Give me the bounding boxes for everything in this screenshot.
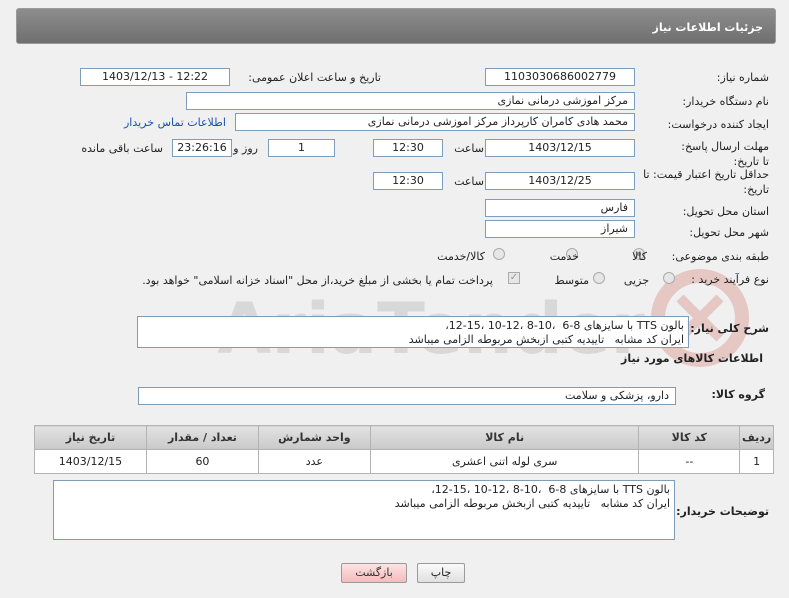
validity-time-label: ساعت bbox=[454, 175, 484, 188]
reply-time-label: ساعت bbox=[454, 142, 484, 155]
reply-time-field: 12:30 bbox=[373, 139, 443, 157]
process-radio-medium[interactable] bbox=[593, 272, 605, 284]
goods-group-field: دارو، پزشکی و سلامت bbox=[138, 387, 676, 405]
item-name-cell: سری لوله اتنی اعشری bbox=[369, 449, 640, 474]
quantity-cell: 60 bbox=[145, 449, 259, 474]
buyer-contact-link[interactable]: اطلاعات تماس خریدار bbox=[124, 116, 226, 129]
col-name-header: نام کالا bbox=[369, 425, 640, 450]
need-number-field: 1103030686002779 bbox=[485, 68, 635, 86]
col-row-header: ردیف bbox=[739, 425, 774, 450]
need-date-cell: 1403/12/15 bbox=[34, 449, 147, 474]
days-label: روز و bbox=[233, 142, 258, 155]
table-header-row: ردیف کد کالا نام کالا واحد شمارش تعداد /… bbox=[34, 425, 774, 450]
col-date-header: تاریخ نیاز bbox=[34, 425, 147, 450]
process-type-label: نوع فرآیند خرید : bbox=[691, 273, 769, 286]
time-remaining-label: ساعت باقی مانده bbox=[81, 142, 163, 155]
reply-date-field: 1403/12/15 bbox=[485, 139, 635, 157]
treasury-payment-checkbox[interactable]: ✓ bbox=[508, 272, 520, 284]
col-unit-header: واحد شمارش bbox=[257, 425, 371, 450]
creator-field: محمد هادی کامران کارپرداز مرکز اموزشی در… bbox=[235, 113, 635, 131]
category-option-service: خدمت bbox=[549, 250, 579, 263]
item-code-cell: -- bbox=[638, 449, 741, 474]
row-number-cell: 1 bbox=[739, 449, 774, 474]
goods-info-heading: اطلاعات کالاهای مورد نیاز bbox=[621, 352, 763, 365]
summary-label: شرح کلی نیاز: bbox=[690, 322, 769, 335]
city-label: شهر محل تحویل: bbox=[689, 226, 769, 239]
days-remaining-field: 1 bbox=[268, 139, 335, 157]
process-option-minor: جزیی bbox=[623, 274, 649, 287]
time-remaining-field: 23:26:16 bbox=[172, 139, 232, 157]
treasury-payment-note: پرداخت تمام یا بخشی از مبلغ خرید،از محل … bbox=[142, 274, 493, 287]
page-header: جزئیات اطلاعات نیاز bbox=[16, 8, 776, 44]
print-button[interactable]: چاپ bbox=[417, 563, 465, 583]
page-title: جزئیات اطلاعات نیاز bbox=[652, 21, 764, 34]
summary-text: بالون TTS با سایزهای 8-6 ،10-8 ،12-10 ،1… bbox=[137, 316, 689, 348]
need-number-label: شماره نیاز: bbox=[716, 71, 769, 84]
category-radio-goods-service[interactable] bbox=[493, 248, 505, 260]
col-qty-header: تعداد / مقدار bbox=[145, 425, 259, 450]
reply-deadline-label: مهلت ارسال پاسخ: تا تاریخ: bbox=[681, 140, 769, 168]
creator-label: ایجاد کننده درخواست: bbox=[667, 118, 769, 131]
process-option-medium: متوسط bbox=[554, 274, 589, 287]
announce-label: تاریخ و ساعت اعلان عمومی: bbox=[248, 71, 381, 84]
buyer-org-label: نام دستگاه خریدار: bbox=[682, 95, 769, 108]
buyer-notes-text: بالون TTS با سایزهای 8-6 ،10-8 ،12-10 ،1… bbox=[53, 480, 675, 540]
goods-group-label: گروه کالا: bbox=[711, 388, 765, 401]
category-label: طبقه بندی موضوعی: bbox=[671, 250, 769, 263]
col-code-header: کد کالا bbox=[638, 425, 741, 450]
validity-date-field: 1403/12/25 bbox=[485, 172, 635, 190]
process-radio-minor[interactable] bbox=[663, 272, 675, 284]
validity-time-field: 12:30 bbox=[373, 172, 443, 190]
table-row: 1 -- سری لوله اتنی اعشری عدد 60 1403/12/… bbox=[34, 449, 774, 474]
items-table: ردیف کد کالا نام کالا واحد شمارش تعداد /… bbox=[34, 425, 774, 474]
city-field: شیراز bbox=[485, 220, 635, 238]
announce-datetime-field: 1403/12/13 - 12:22 bbox=[80, 68, 230, 86]
buyer-notes-label: توضیحات خریدار: bbox=[676, 505, 769, 518]
category-option-goods-service: کالا/خدمت bbox=[437, 250, 485, 263]
category-option-goods: کالا bbox=[632, 250, 647, 263]
price-validity-label: حداقل تاریخ اعتبار قیمت: تا تاریخ: bbox=[643, 168, 769, 196]
unit-cell: عدد bbox=[257, 449, 371, 474]
buyer-org-field: مرکز اموزشی درمانی نمازی bbox=[186, 92, 635, 110]
province-field: فارس bbox=[485, 199, 635, 217]
province-label: استان محل تحویل: bbox=[682, 205, 769, 218]
back-button[interactable]: بازگشت bbox=[341, 563, 407, 583]
